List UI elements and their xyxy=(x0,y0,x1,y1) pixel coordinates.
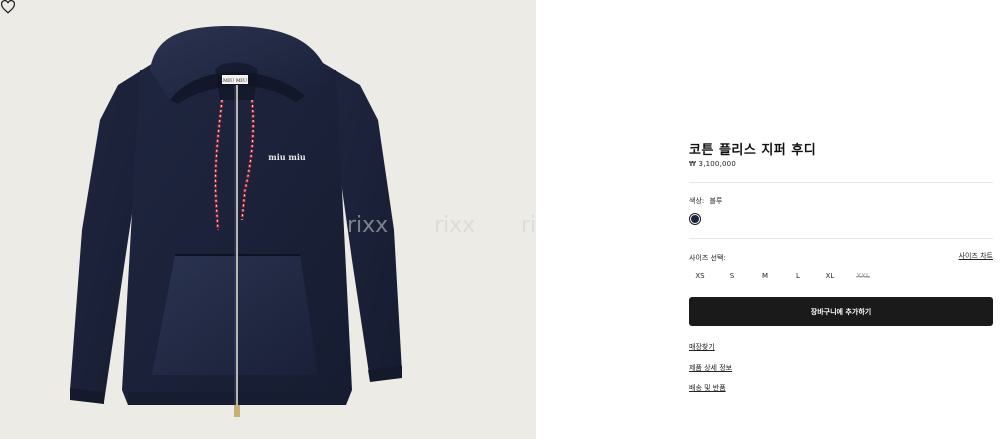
color-swatch-blue[interactable] xyxy=(689,213,701,225)
product-details-link[interactable]: 제품 상세 정보 xyxy=(689,363,732,373)
size-option-xs[interactable]: XS xyxy=(689,268,711,284)
color-label: 색상: 블루 xyxy=(689,196,722,206)
size-option-l[interactable]: L xyxy=(787,268,809,284)
product-title: 코튼 플리스 지퍼 후디 xyxy=(689,143,817,158)
size-option-s[interactable]: S xyxy=(721,268,743,284)
product-image: MIU MIU miu miu rixx rixx rixx xyxy=(70,26,536,417)
divider xyxy=(689,182,993,183)
heart-icon[interactable] xyxy=(0,0,16,14)
watermark-2: rixx xyxy=(434,213,475,238)
add-to-cart-button[interactable]: 장바구니에 추가하기 xyxy=(689,297,993,326)
color-label-text: 색상: xyxy=(689,197,705,205)
product-info-panel: 코튼 플리스 지퍼 후디 ₩ 3,100,000 색상: 블루 사이즈 선택: … xyxy=(689,0,993,439)
store-locator-link[interactable]: 매장찾기 xyxy=(689,342,715,352)
product-price: ₩ 3,100,000 xyxy=(689,160,736,168)
neck-label-text: MIU MIU xyxy=(223,78,247,84)
size-chart-link[interactable]: 사이즈 차트 xyxy=(959,251,993,261)
shipping-returns-link[interactable]: 배송 및 반품 xyxy=(689,383,726,393)
watermark-3: rixx xyxy=(521,213,536,238)
size-options: XS S M L XL XXL xyxy=(689,268,889,284)
size-option-m[interactable]: M xyxy=(754,268,776,284)
product-image-panel: MIU MIU miu miu rixx rixx rixx xyxy=(0,0,536,439)
size-option-xl[interactable]: XL xyxy=(819,268,841,284)
divider xyxy=(689,238,993,239)
size-option-xxl[interactable]: XXL xyxy=(852,268,874,284)
watermark-1: rixx xyxy=(347,213,388,238)
color-value: 블루 xyxy=(709,197,723,205)
chest-logo: miu miu xyxy=(268,152,306,162)
size-select-label: 사이즈 선택: xyxy=(689,254,726,262)
